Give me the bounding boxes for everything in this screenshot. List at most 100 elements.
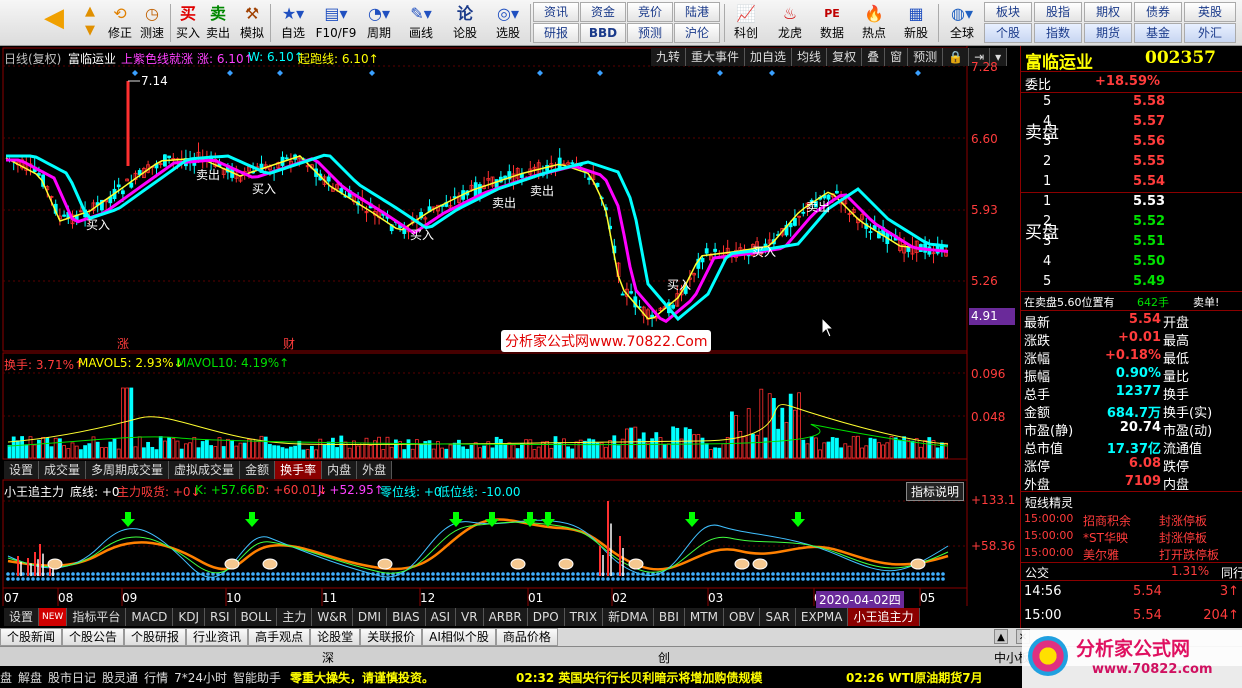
event-marker[interactable] — [537, 70, 543, 76]
btab-news[interactable]: 个股新闻 — [0, 628, 63, 646]
itab-bias[interactable]: BIAS — [387, 608, 426, 626]
data-button[interactable]: PE 数据 — [814, 2, 850, 44]
period-button[interactable]: ◔▾ 周期 — [360, 2, 398, 44]
buy-button[interactable]: 买买入 — [174, 2, 202, 44]
auction-button[interactable]: 竞价 — [627, 2, 673, 22]
shenzhen-label[interactable]: 深 — [322, 649, 334, 666]
sell-button[interactable]: 卖卖出 — [204, 2, 232, 44]
itab-zhuli[interactable]: 主力 — [277, 608, 313, 626]
hk-connect-button[interactable]: 陆港 — [674, 2, 720, 22]
status-link[interactable]: 解盘 — [18, 669, 42, 686]
up-down-button[interactable]: ▲ ▼ — [76, 2, 104, 44]
adjust-button[interactable]: 复权 — [827, 48, 863, 66]
modify-button[interactable]: ⟲ 修正 — [104, 2, 136, 44]
dragon-tiger-button[interactable]: ♨ 龙虎 — [772, 2, 808, 44]
predict-button[interactable]: 预测 — [908, 48, 944, 66]
btab-commodity[interactable]: 商品价格 — [495, 628, 558, 646]
itab-obv[interactable]: OBV — [723, 608, 761, 626]
discuss-button[interactable]: 论论股 — [446, 2, 484, 44]
itab-xiaowang[interactable]: 小王追主力 — [848, 608, 920, 626]
itab-trix[interactable]: TRIX — [564, 608, 604, 626]
options-button[interactable]: 期权 — [1084, 2, 1132, 22]
status-link[interactable]: 盘 — [0, 669, 12, 686]
itab-rsi[interactable]: RSI — [205, 608, 236, 626]
ipo-button[interactable]: ▦ 新股 — [898, 2, 934, 44]
bonds-button[interactable]: 债券 — [1134, 2, 1182, 22]
window-button[interactable]: 窗 — [885, 48, 909, 66]
simulate-button[interactable]: ⚒ 模拟 — [236, 2, 268, 44]
jiuzhuan-button[interactable]: 九转 — [651, 48, 687, 66]
lock-icon[interactable]: 🔒 — [943, 48, 970, 66]
status-link[interactable]: 股灵通 — [102, 669, 138, 686]
vtab-multi-period[interactable]: 多周期成交量 — [86, 461, 170, 479]
news-button[interactable]: 资讯 — [533, 2, 579, 22]
vtab-turnover[interactable]: 换手率 — [275, 461, 323, 479]
major-events-button[interactable]: 重大事件 — [686, 48, 746, 66]
btab-related[interactable]: 关联报价 — [360, 628, 423, 646]
btab-research[interactable]: 个股研报 — [124, 628, 187, 646]
capital-button[interactable]: 资金 — [580, 2, 626, 22]
itab-platform[interactable]: 指标平台 — [67, 608, 127, 626]
itab-dmi[interactable]: DMI — [352, 608, 388, 626]
research-button[interactable]: 研报 — [533, 23, 579, 43]
event-marker[interactable] — [717, 70, 723, 76]
futures-button[interactable]: 期货 — [1084, 23, 1132, 43]
itab-settings[interactable]: 设置 — [4, 608, 40, 626]
peer-label[interactable]: 同行 — [1221, 564, 1242, 581]
status-link[interactable]: 智能助手 — [233, 669, 281, 686]
event-marker[interactable] — [769, 70, 775, 76]
chart-area[interactable]: 日线(复权) 富临运业 上紫色线就涨 涨: 6.10↑ W: 6.10↑ 起跑线… — [0, 46, 1020, 628]
stock-select-button[interactable]: ◎▾ 选股 — [488, 2, 528, 44]
itab-wr[interactable]: W&R — [312, 608, 353, 626]
status-link[interactable]: 股市日记 — [48, 669, 96, 686]
star-market-button[interactable]: 📈 科创 — [728, 2, 764, 44]
sector-button[interactable]: 板块 — [984, 2, 1032, 22]
watchlist-button[interactable]: ★▾ 自选 — [274, 2, 312, 44]
speed-test-button[interactable]: ◷ 测速 — [136, 2, 168, 44]
itab-mtm[interactable]: MTM — [684, 608, 724, 626]
event-marker[interactable] — [277, 70, 283, 76]
index-futures-button[interactable]: 股指 — [1034, 2, 1082, 22]
itab-vr[interactable]: VR — [456, 608, 484, 626]
draw-line-button[interactable]: ✎▾ 画线 — [402, 2, 440, 44]
vtab-inner[interactable]: 内盘 — [322, 461, 358, 479]
itab-newdma[interactable]: 新DMA — [603, 608, 654, 626]
itab-boll[interactable]: BOLL — [235, 608, 278, 626]
itab-expma[interactable]: EXPMA — [795, 608, 849, 626]
status-link[interactable]: 行情 — [144, 669, 168, 686]
expand-up-icon[interactable]: ▲ — [994, 629, 1008, 644]
indices-button[interactable]: 指数 — [1034, 23, 1082, 43]
bbd-button[interactable]: BBD — [580, 23, 626, 43]
event-marker[interactable] — [227, 70, 233, 76]
itab-kdj[interactable]: KDJ — [173, 608, 205, 626]
event-marker[interactable] — [915, 70, 921, 76]
vtab-amount[interactable]: 金额 — [240, 461, 276, 479]
hotspot-button[interactable]: 🔥 热点 — [856, 2, 892, 44]
global-button[interactable]: ◍▾ 全球 — [942, 2, 982, 44]
chinext-label[interactable]: 创 — [658, 649, 670, 666]
btab-industry[interactable]: 行业资讯 — [186, 628, 249, 646]
btab-forum[interactable]: 论股堂 — [310, 628, 361, 646]
itab-bbi[interactable]: BBI — [653, 608, 685, 626]
forecast-button[interactable]: 预测 — [627, 23, 673, 43]
ma-button[interactable]: 均线 — [792, 48, 828, 66]
forex-button[interactable]: 外汇 — [1184, 23, 1236, 43]
indicator-explain-button[interactable]: 指标说明 — [906, 482, 965, 501]
itab-dpo[interactable]: DPO — [527, 608, 565, 626]
btab-ai-similar[interactable]: AI相似个股 — [422, 628, 496, 646]
back-button[interactable]: ◀ — [38, 2, 70, 44]
f10-button[interactable]: ▤▾ F10/F9 — [314, 2, 358, 44]
shanghai-london-button[interactable]: 沪伦 — [674, 23, 720, 43]
btab-expert[interactable]: 高手观点 — [248, 628, 311, 646]
stocks-button[interactable]: 个股 — [984, 23, 1032, 43]
itab-arbr[interactable]: ARBR — [483, 608, 528, 626]
overlay-button[interactable]: 叠 — [862, 48, 886, 66]
itab-asi[interactable]: ASI — [425, 608, 457, 626]
add-watchlist-button[interactable]: 加自选 — [745, 48, 793, 66]
uk-stocks-button[interactable]: 英股 — [1184, 2, 1236, 22]
itab-sar[interactable]: SAR — [760, 608, 796, 626]
vtab-volume[interactable]: 成交量 — [39, 461, 87, 479]
event-marker[interactable] — [597, 70, 603, 76]
itab-macd[interactable]: MACD — [126, 608, 174, 626]
status-link[interactable]: 7*24小时 — [174, 669, 227, 686]
